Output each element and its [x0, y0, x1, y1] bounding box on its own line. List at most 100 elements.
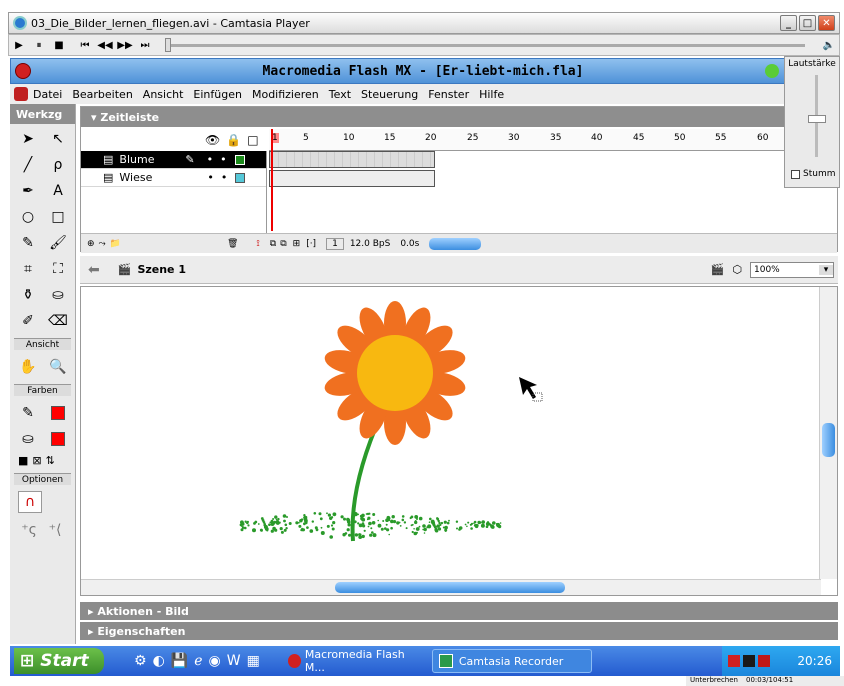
fill-color-icon[interactable]: ⛀ [16, 428, 40, 450]
play-button[interactable]: ▶ [9, 40, 29, 51]
properties-panel-header[interactable]: ▸ Eigenschaften [80, 622, 838, 640]
quicklaunch-icon[interactable]: ⚙ [134, 653, 147, 669]
close-button[interactable]: ✕ [818, 15, 835, 31]
mute-checkbox[interactable] [791, 169, 800, 179]
text-tool-icon[interactable]: A [46, 180, 70, 202]
stage-vscroll[interactable] [819, 287, 837, 579]
straighten-icon[interactable]: ⁺⟨ [44, 519, 66, 541]
add-guide-icon[interactable]: ⤳ [99, 239, 106, 249]
zoom-select[interactable]: 100% ▾ [750, 261, 834, 278]
stroke-color-icon[interactable]: ✎ [16, 402, 40, 424]
line-tool-icon[interactable]: ╱ [16, 154, 40, 176]
maximize-button[interactable]: □ [799, 15, 816, 31]
lock-icon[interactable]: 🔒 [226, 133, 241, 147]
oval-tool-icon[interactable]: ○ [16, 206, 40, 228]
rectangle-tool-icon[interactable]: □ [46, 206, 70, 228]
onion-outline-icon[interactable]: ⧉ [280, 239, 286, 249]
menu-einfuegen[interactable]: Einfügen [188, 88, 247, 101]
layer-color-swatch[interactable] [235, 172, 246, 183]
menu-modifizieren[interactable]: Modifizieren [247, 88, 324, 101]
minimize-button[interactable]: _ [780, 15, 797, 31]
collapse-icon[interactable]: ▾ [91, 111, 100, 124]
add-folder-icon[interactable]: 📁 [110, 239, 121, 249]
seek-bar[interactable] [165, 37, 805, 52]
onion-markers-icon[interactable]: [·] [306, 239, 316, 249]
mute-row[interactable]: Stumm [791, 169, 835, 179]
trash-icon[interactable]: 🗑 [227, 239, 238, 249]
lasso-tool-icon[interactable]: ρ [46, 154, 70, 176]
expand-icon[interactable]: ▸ [88, 625, 97, 638]
menu-hilfe[interactable]: Hilfe [474, 88, 509, 101]
rewind-button[interactable]: ◀◀ [95, 40, 115, 51]
playhead[interactable] [271, 129, 273, 231]
transform-tool-icon[interactable]: ⌗ [16, 258, 40, 280]
menu-fenster[interactable]: Fenster [423, 88, 474, 101]
back-arrow-icon[interactable]: ⬅ [88, 262, 100, 278]
layer-row-wiese[interactable]: ▤ Wiese • • [81, 169, 266, 187]
pencil-tool-icon[interactable]: ✎ [16, 232, 40, 254]
quicklaunch-icon[interactable]: ◐ [153, 653, 165, 669]
timeline-scroll-thumb[interactable] [429, 237, 482, 250]
edit-symbol-icon[interactable]: ⬡ [732, 263, 742, 276]
pen-tool-icon[interactable]: ✒ [16, 180, 40, 202]
frames-wiese[interactable] [269, 170, 435, 187]
tray-icon[interactable] [743, 655, 755, 667]
magnet-icon[interactable]: ∩ [18, 491, 42, 513]
pause-button[interactable]: ⏸ [29, 40, 49, 51]
tray-icon[interactable] [728, 655, 740, 667]
ink-bottle-tool-icon[interactable]: ⚱ [16, 284, 40, 306]
seek-thumb[interactable] [165, 37, 171, 52]
actions-panel-header[interactable]: ▸ Aktionen - Bild [80, 602, 838, 620]
frames-blume[interactable] [269, 151, 435, 168]
go-end-button[interactable]: ⏭ [135, 40, 155, 51]
hand-tool-icon[interactable]: ✋ [16, 356, 40, 378]
word-icon[interactable]: W [227, 653, 241, 669]
center-frame-icon[interactable]: ⟟ [256, 239, 259, 249]
chevron-down-icon[interactable]: ▾ [819, 264, 833, 275]
menu-datei[interactable]: Datei [28, 88, 67, 101]
zoom-tool-icon[interactable]: 🔍 [46, 356, 70, 378]
arrow-tool-icon[interactable]: ➤ [16, 128, 40, 150]
menu-text[interactable]: Text [324, 88, 356, 101]
stage[interactable] [80, 286, 838, 596]
expand-icon[interactable]: ▸ [88, 605, 97, 618]
stage-vscroll-thumb[interactable] [822, 423, 835, 457]
task-flash[interactable]: Macromedia Flash M... [282, 648, 426, 674]
stage-hscroll-thumb[interactable] [335, 582, 565, 593]
fill-color-swatch[interactable] [46, 428, 70, 450]
subselect-tool-icon[interactable]: ↖ [46, 128, 70, 150]
menu-bearbeiten[interactable]: Bearbeiten [67, 88, 137, 101]
start-button[interactable]: ⊞ Start [14, 648, 104, 674]
stroke-color-swatch[interactable] [46, 402, 70, 424]
stage-hscroll[interactable] [81, 579, 821, 595]
eye-icon[interactable]: 👁 [205, 133, 220, 147]
default-colors-icon[interactable]: ■ [18, 454, 28, 467]
layer-row-blume[interactable]: ▤ Blume ✎ • • [81, 151, 266, 169]
quicklaunch-icon[interactable]: 💾 [171, 653, 188, 669]
menu-ansicht[interactable]: Ansicht [138, 88, 189, 101]
paint-bucket-tool-icon[interactable]: ⛀ [46, 284, 70, 306]
tray-icon[interactable] [758, 655, 770, 667]
volume-thumb[interactable] [808, 115, 826, 123]
edit-scene-icon[interactable]: 🎬 [711, 263, 725, 276]
ie-icon[interactable]: ℯ [194, 653, 202, 669]
no-color-icon[interactable]: ⊠ [32, 454, 41, 467]
stop-button[interactable]: ■ [49, 40, 69, 51]
brush-tool-icon[interactable]: 🖌 [46, 232, 70, 254]
edit-multiple-icon[interactable]: ⊞ [293, 239, 301, 249]
swap-colors-icon[interactable]: ⇅ [46, 454, 55, 467]
outline-icon[interactable]: □ [247, 133, 258, 147]
calc-icon[interactable]: ▦ [247, 653, 260, 669]
fill-transform-tool-icon[interactable]: ⛶ [46, 258, 70, 280]
add-layer-icon[interactable]: ⊕ [87, 239, 95, 249]
eyedropper-tool-icon[interactable]: ✐ [16, 310, 40, 332]
media-icon[interactable]: ◉ [209, 653, 221, 669]
smooth-icon[interactable]: ⁺ς [18, 519, 40, 541]
speaker-icon[interactable]: 🔈 [819, 40, 839, 51]
layer-color-swatch[interactable] [234, 154, 245, 165]
menu-steuerung[interactable]: Steuerung [356, 88, 423, 101]
eraser-tool-icon[interactable]: ⌫ [46, 310, 70, 332]
task-camtasia[interactable]: Camtasia Recorder [431, 649, 592, 673]
forward-button[interactable]: ▶▶ [115, 40, 135, 51]
go-start-button[interactable]: ⏮ [75, 40, 95, 51]
